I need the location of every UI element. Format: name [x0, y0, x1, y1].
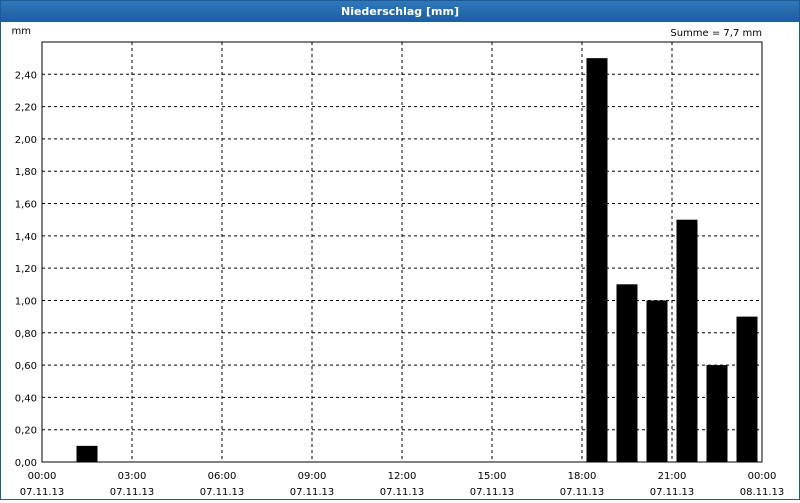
y-tick-label: 0,20 [15, 426, 37, 437]
x-tick-time: 00:00 [28, 471, 57, 482]
x-tick-time: 18:00 [568, 471, 597, 482]
y-tick-label: 0,40 [15, 393, 37, 404]
sum-label: Summe = 7,7 mm [670, 28, 762, 39]
x-tick-time: 06:00 [208, 471, 237, 482]
y-unit-label: mm [12, 26, 31, 37]
x-tick-time: 21:00 [658, 471, 687, 482]
x-tick-date: 07.11.13 [380, 487, 425, 498]
bar [646, 300, 668, 462]
y-tick-label: 1,00 [15, 296, 37, 307]
bar [676, 219, 698, 462]
x-tick-time: 15:00 [478, 471, 507, 482]
bar [616, 284, 638, 462]
x-tick-date: 07.11.13 [20, 487, 65, 498]
bar [706, 365, 728, 462]
x-tick-labels: 00:00 07.11.13 03:00 07.11.13 06:00 07.11.13 0… [20, 471, 785, 498]
x-tick-date: 07.11.13 [200, 487, 245, 498]
y-tick-label: 2,00 [15, 135, 37, 146]
precipitation-chart: mm Summe = 7,7 mm 0,00 0,20 0,40 0,60 0,80 1,… [12, 26, 785, 498]
x-tick-time: 12:00 [388, 471, 417, 482]
y-tick-label: 0,60 [15, 361, 37, 372]
x-tick-time: 09:00 [298, 471, 327, 482]
x-tick-time: 03:00 [118, 471, 147, 482]
y-tick-label: 0,80 [15, 329, 37, 340]
x-tick-time: 00:00 [748, 471, 777, 482]
y-tick-label: 1,60 [15, 200, 37, 211]
bar [586, 58, 608, 463]
bar [76, 445, 98, 462]
chart-area: mm Summe = 7,7 mm 0,00 0,20 0,40 0,60 0,80 1,… [1, 22, 799, 499]
y-tick-label: 1,80 [15, 167, 37, 178]
y-tick-label: 2,20 [15, 103, 37, 114]
x-tick-date: 07.11.13 [470, 487, 515, 498]
x-tick-date: 07.11.13 [560, 487, 605, 498]
bar [736, 316, 758, 462]
x-tick-date: 07.11.13 [290, 487, 335, 498]
chart-window: Niederschlag [mm] mm Summe = 7,7 mm 0,00… [0, 0, 800, 500]
y-tick-label: 0,00 [15, 458, 37, 469]
y-tick-label: 1,40 [15, 232, 37, 243]
y-tick-label: 2,40 [15, 70, 37, 81]
y-tick-labels: 0,00 0,20 0,40 0,60 0,80 1,00 1,20 1,40 1,60 1,80… [15, 70, 37, 469]
x-tick-date: 08.11.13 [740, 487, 785, 498]
window-title: Niederschlag [mm] [341, 5, 459, 18]
x-tick-date: 07.11.13 [650, 487, 695, 498]
window-title-bar: Niederschlag [mm] [1, 1, 799, 22]
x-tick-date: 07.11.13 [110, 487, 155, 498]
y-tick-label: 1,20 [15, 264, 37, 275]
bars [76, 58, 758, 463]
